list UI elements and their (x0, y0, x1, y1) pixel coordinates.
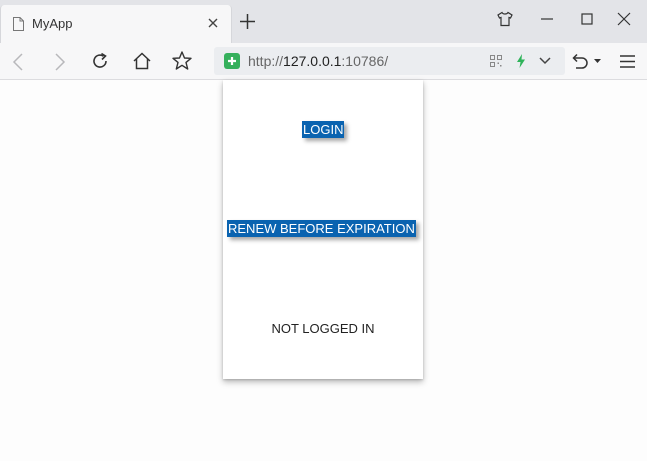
lightning-icon[interactable] (516, 54, 526, 68)
login-button[interactable]: LOGIN (302, 121, 345, 138)
undo-dropdown-icon[interactable] (594, 59, 601, 64)
chevron-down-icon[interactable] (539, 57, 551, 65)
back-icon[interactable] (12, 53, 24, 71)
tab-close-icon[interactable] (208, 18, 218, 28)
tab-title: MyApp (32, 16, 73, 31)
url-text[interactable]: http://127.0.0.1:10786/ (248, 53, 388, 69)
minimize-icon[interactable] (540, 11, 554, 27)
url-host: 127.0.0.1 (283, 53, 342, 69)
tab-bar: MyApp (0, 0, 647, 43)
shirt-icon[interactable] (497, 11, 513, 27)
page-icon (13, 17, 24, 31)
renew-button[interactable]: RENEW BEFORE EXPIRATION (227, 220, 416, 237)
login-status-text: NOT LOGGED IN (271, 321, 375, 336)
star-icon[interactable] (172, 51, 192, 70)
forward-icon[interactable] (54, 53, 66, 71)
qr-code-icon[interactable] (490, 55, 502, 67)
browser-tab[interactable]: MyApp (0, 5, 232, 43)
new-tab-icon[interactable] (240, 14, 255, 29)
url-scheme: http:// (248, 53, 284, 69)
url-port: :10786/ (341, 53, 389, 69)
address-bar[interactable]: http://127.0.0.1:10786/ (214, 47, 565, 75)
close-window-icon[interactable] (617, 11, 631, 27)
app-card: LOGIN RENEW BEFORE EXPIRATION NOT LOGGED… (223, 80, 423, 379)
undo-icon[interactable] (572, 53, 590, 69)
reload-icon[interactable] (91, 52, 109, 70)
home-icon[interactable] (132, 52, 152, 70)
security-shield-icon[interactable] (224, 53, 240, 69)
maximize-icon[interactable] (581, 11, 593, 27)
menu-icon[interactable] (620, 55, 635, 68)
